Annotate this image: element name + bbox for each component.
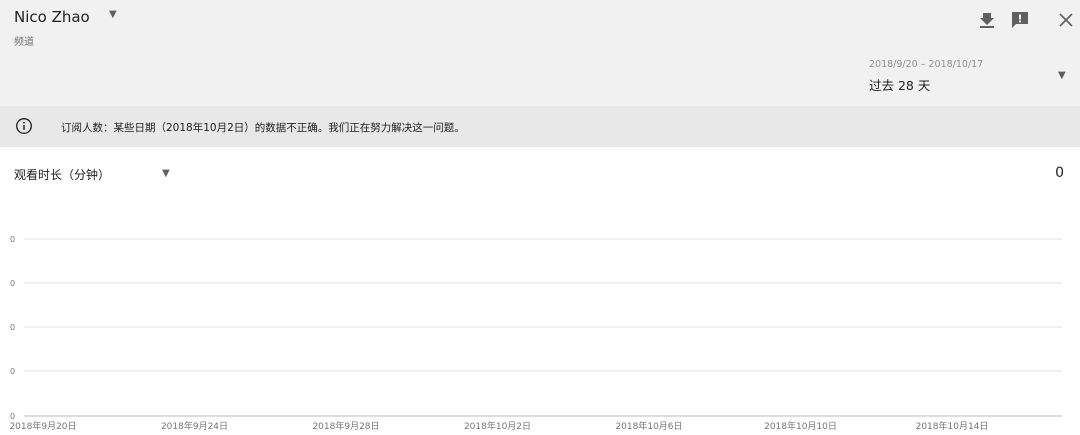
y-tick-label: 0 xyxy=(10,323,15,332)
x-tick-label: 2018年9月28日 xyxy=(312,420,379,432)
y-tick-label: 0 xyxy=(10,367,15,376)
x-tick-label: 2018年10月6日 xyxy=(615,420,682,432)
x-tick-label: 2018年9月24日 xyxy=(161,420,228,432)
x-tick-label: 2018年10月10日 xyxy=(764,420,837,432)
analytics-panel: Nico Zhao ▼ 频道 2018/9/20 – 2018/10/17 过去… xyxy=(0,0,1080,435)
x-tick-label: 2018年9月20日 xyxy=(9,420,76,432)
y-tick-label: 0 xyxy=(10,279,15,288)
y-tick-label: 0 xyxy=(10,235,15,244)
watch-time-chart: 000002018年9月20日 2018年9月24日 2018年9月28日 2018年… xyxy=(9,235,1062,432)
y-tick-label: 0 xyxy=(10,412,15,421)
x-tick-label: 2018年10月14日 xyxy=(916,420,989,432)
x-tick-label: 2018年10月2日 xyxy=(464,420,531,432)
